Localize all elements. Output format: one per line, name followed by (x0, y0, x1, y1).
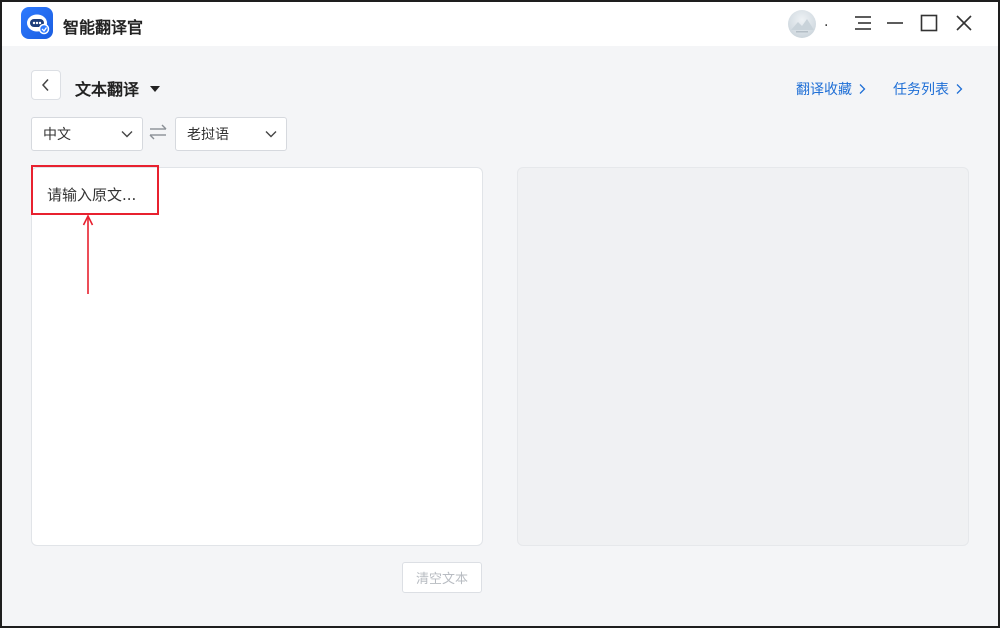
back-button[interactable] (31, 70, 61, 100)
translation-result-panel (517, 167, 969, 546)
source-language-select[interactable]: 中文 (31, 117, 143, 151)
source-text-area[interactable] (31, 167, 483, 546)
maximize-icon[interactable] (918, 12, 940, 34)
app-logo-icon (21, 7, 53, 39)
chevron-down-icon (265, 131, 277, 138)
favorites-link[interactable]: 翻译收藏 (796, 79, 866, 99)
tasks-link[interactable]: 任务列表 (893, 79, 963, 99)
close-icon[interactable] (953, 12, 975, 34)
user-avatar[interactable] (788, 10, 816, 38)
title-bar: 智能翻译官 . (2, 2, 998, 46)
favorites-link-label: 翻译收藏 (796, 82, 852, 98)
minimize-icon[interactable] (884, 12, 906, 34)
chevron-right-icon (956, 84, 963, 94)
source-language-value: 中文 (43, 127, 71, 143)
swap-languages-icon[interactable] (148, 123, 168, 145)
chevron-down-icon (121, 131, 133, 138)
target-language-select[interactable]: 老挝语 (175, 117, 287, 151)
caret-down-icon[interactable] (149, 79, 161, 98)
avatar-username: . (824, 14, 829, 30)
menu-icon[interactable] (852, 12, 874, 34)
clear-text-button[interactable]: 清空文本 (402, 562, 482, 593)
app-title: 智能翻译官 (63, 18, 144, 37)
annotation-arrow-icon (78, 214, 98, 300)
target-language-value: 老挝语 (187, 127, 229, 143)
chevron-left-icon (41, 78, 49, 92)
mode-title[interactable]: 文本翻译 (75, 76, 139, 100)
tasks-link-label: 任务列表 (893, 82, 949, 98)
app-window: 智能翻译官 . 文本翻译 翻译收藏 任务列表 中文 老挝语 请输入原文... 清… (0, 0, 1000, 628)
chevron-right-icon (859, 84, 866, 94)
annotation-highlight-box (31, 165, 159, 215)
